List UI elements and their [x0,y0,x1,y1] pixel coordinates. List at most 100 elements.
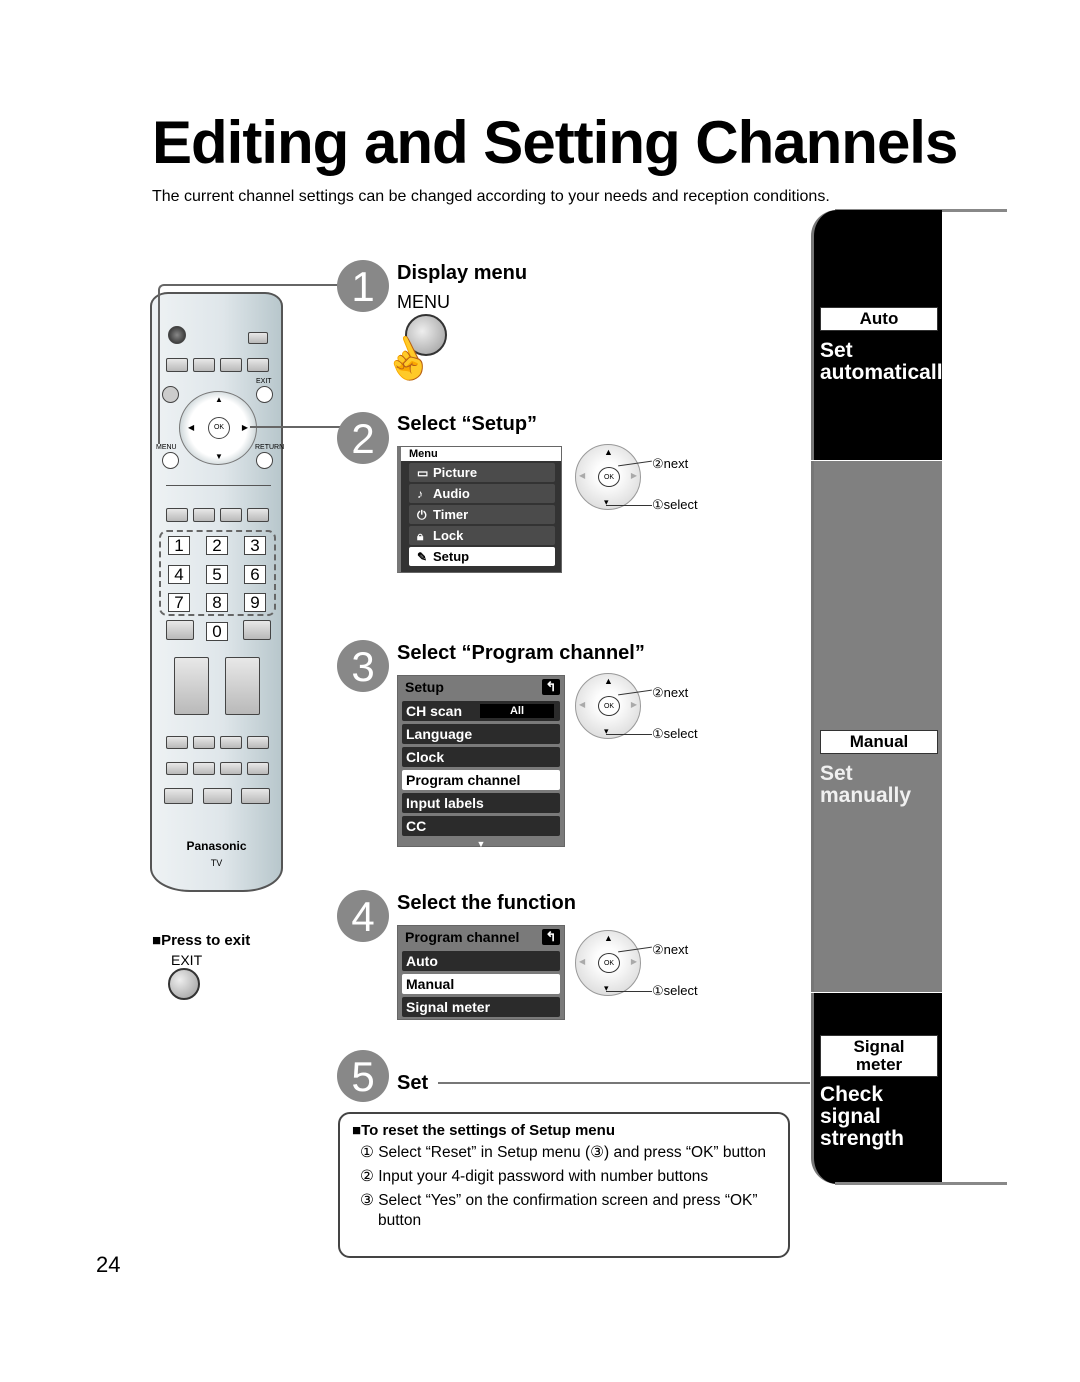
menu-item-picture[interactable]: ▭ Picture [409,463,555,482]
remote-brand-logo: Panasonic [186,839,247,853]
pointer-line [606,505,652,506]
number-key: 7 [168,593,190,612]
connector-line-step2 [250,426,340,428]
remote-divider [166,485,271,486]
menu-item-label: Setup [433,549,470,564]
reset-title-text: To reset the settings of Setup menu [361,1122,615,1139]
next-label: ②next [652,685,689,700]
left-arrow-icon: ◀ [579,471,586,480]
remote-return-button [256,452,273,469]
number-key: 8 [206,593,228,612]
remote-button [243,620,271,640]
scroll-down-icon[interactable]: ▼ [398,839,564,849]
side-desc-manual: Set manually [820,762,912,807]
lock-icon: 🔒︎ [417,529,424,543]
side-box-signal-meter: Signal meter [820,1035,938,1077]
timer-icon: ⏻ [417,508,427,522]
return-icon[interactable]: ↰ [542,929,560,945]
setup-icon: ✎ [417,550,428,564]
ok-button: OK [598,467,620,487]
select-label: ①select [652,983,698,998]
remote-brand-sub: TV [210,858,223,868]
return-icon[interactable]: ↰ [542,679,560,695]
pointer-line [606,734,652,735]
step-title-4: Select the function [397,892,576,914]
remote-button [241,788,270,804]
number-key: 0 [206,622,228,641]
setup-item-cc[interactable]: CC [402,816,560,836]
setup-item-ch-scan[interactable]: CH scan All [402,701,560,721]
setup-item-clock[interactable]: Clock [402,747,560,767]
square-bullet-icon: ■ [152,932,162,949]
number-key: 2 [206,536,228,555]
side-tab-bottom-rule [835,1182,1007,1185]
step-title-2: Select “Setup” [397,413,538,435]
menu-osd-header: Menu [401,447,561,461]
step-number-4: 4 [337,890,389,942]
right-arrow-icon: ▶ [630,957,637,966]
side-desc-auto: Set automatically [820,339,955,384]
menu-item-label: Audio [433,486,470,501]
ok-button: OK [598,953,620,973]
reset-step-2: ② Input your 4-digit password with numbe… [360,1168,709,1185]
step-number-2: 2 [337,412,389,464]
down-arrow-icon: ▾ [604,497,609,507]
nav-dial-step2: ▲ ◀ ▶ ▾ OK [575,444,641,510]
remote-button [164,788,193,804]
up-arrow-icon: ▲ [604,676,613,686]
up-arrow-icon: ▲ [604,447,613,457]
nav-dial-step3: ▲ ◀ ▶ ▾ OK [575,673,641,739]
menu-item-setup[interactable]: ✎ Setup [409,547,555,566]
remote-channel-button [225,657,260,715]
side-section-manual: Manual Set manually [811,461,942,992]
step-title-5: Set [397,1072,429,1094]
pointer-line [606,991,652,992]
exit-button-illustration [168,968,200,1000]
reset-settings-box: ■To reset the settings of Setup menu ① S… [338,1112,790,1258]
side-box-manual: Manual [820,730,938,754]
program-channel-osd: Program channel ↰ Auto Manual Signal mete… [397,925,565,1020]
program-item-auto[interactable]: Auto [402,951,560,971]
remote-button [247,762,269,775]
setup-item-language[interactable]: Language [402,724,560,744]
menu-item-lock[interactable]: 🔒︎ Lock [409,526,555,545]
side-section-signal-meter: Signal meter Check signal strength [811,993,942,1184]
program-item-manual[interactable]: Manual [402,974,560,994]
remote-menu-button [162,452,179,469]
exit-note-title: ■Press to exit [152,932,250,949]
remote-button [193,508,215,522]
next-label: ②next [652,456,689,471]
step-title-3: Select “Program channel” [397,642,645,664]
setup-item-program-channel[interactable]: Program channel [402,770,560,790]
remote-button [166,762,188,775]
set-connector-line [438,1082,810,1084]
select-label: ①select [652,497,698,512]
setup-osd: Setup ↰ CH scan All Language Clock Program… [397,675,565,849]
up-arrow-icon: ▲ [604,933,613,943]
setup-item-input-labels[interactable]: Input labels [402,793,560,813]
number-key: 9 [244,593,266,612]
remote-button [166,620,194,640]
reset-step-1: ① Select “Reset” in Setup menu (③) and p… [360,1144,766,1161]
remote-button [203,788,232,804]
menu-item-audio[interactable]: ♪ Audio [409,484,555,503]
number-key: 3 [244,536,266,555]
menu-item-timer[interactable]: ⏻ Timer [409,505,555,524]
right-arrow-icon: ▶ [630,700,637,709]
remote-button [166,736,188,749]
program-item-signal-meter[interactable]: Signal meter [402,997,560,1017]
menu-key-label: MENU [397,292,450,312]
exit-key-label: EXIT [171,952,203,968]
side-desc-signal-meter: Check signal strength [820,1083,904,1150]
ch-scan-value: All [480,704,554,718]
ok-button: OK [598,696,620,716]
left-arrow-icon: ◀ [579,700,586,709]
select-label: ①select [652,726,698,741]
remote-button [220,736,242,749]
number-key: 5 [206,565,228,584]
remote-button [193,736,215,749]
step-number-3: 3 [337,640,389,692]
step-title-1: Display menu [397,262,528,284]
remote-button [220,762,242,775]
reset-step-3: ③ Select “Yes” on the confirmation scree… [360,1192,758,1229]
